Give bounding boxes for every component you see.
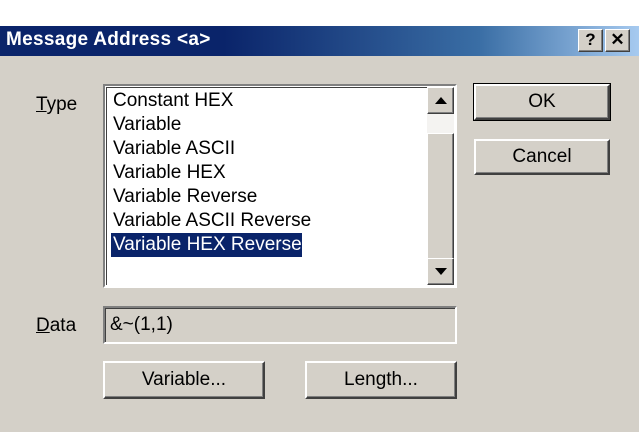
type-listbox[interactable]: Constant HEX Variable Variable ASCII Var…: [102, 83, 458, 289]
variable-button[interactable]: Variable...: [103, 361, 265, 399]
type-list-items: Constant HEX Variable Variable ASCII Var…: [106, 87, 427, 285]
triangle-up-icon: [434, 92, 447, 110]
type-label: Type: [36, 94, 78, 115]
close-button[interactable]: ✕: [605, 29, 630, 52]
data-field[interactable]: &~(1,1): [103, 306, 457, 344]
data-field-value[interactable]: &~(1,1): [105, 308, 455, 342]
list-item-variable[interactable]: Variable: [111, 113, 181, 137]
list-item-variable-ascii[interactable]: Variable ASCII: [111, 137, 235, 161]
triangle-down-icon: [434, 263, 447, 281]
scroll-thumb[interactable]: [427, 133, 454, 261]
title-bar[interactable]: Message Address <a> ? ✕: [0, 26, 639, 56]
scroll-down-button[interactable]: [427, 258, 454, 285]
list-item-variable-hex-reverse[interactable]: Variable HEX Reverse: [110, 232, 303, 258]
window-title: Message Address <a>: [6, 29, 211, 50]
list-item-variable-reverse[interactable]: Variable Reverse: [111, 185, 257, 209]
list-item-variable-hex[interactable]: Variable HEX: [111, 161, 226, 185]
data-label: Data: [36, 315, 77, 336]
ok-button[interactable]: OK: [473, 83, 611, 121]
cancel-button[interactable]: Cancel: [474, 139, 610, 175]
list-scrollbar[interactable]: [427, 87, 454, 285]
length-button[interactable]: Length...: [305, 361, 457, 399]
message-address-dialog: Message Address <a> ? ✕ Type Constant HE…: [0, 0, 639, 432]
help-button[interactable]: ?: [578, 29, 603, 52]
scroll-up-button[interactable]: [427, 87, 454, 114]
list-item-variable-ascii-reverse[interactable]: Variable ASCII Reverse: [111, 209, 311, 233]
title-strip: [0, 0, 639, 26]
list-item-constant-hex[interactable]: Constant HEX: [111, 89, 233, 113]
